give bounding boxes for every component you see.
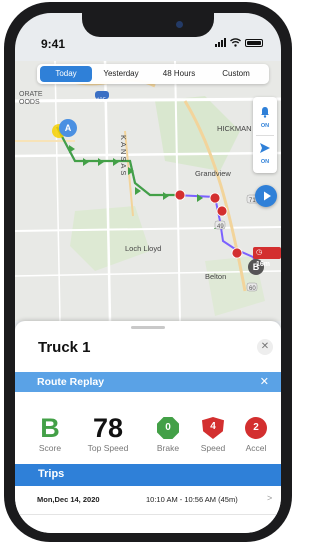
app-screen: 9:41 ORATE OODS KANSAS Grandview HICKMAN…: [15, 13, 281, 533]
bell-icon: [261, 107, 269, 118]
status-time: 9:41: [41, 37, 66, 51]
chevron-right-icon: >: [267, 493, 273, 503]
score-stat: B Score: [35, 413, 65, 453]
tab-today[interactable]: Today: [40, 66, 92, 82]
close-icon: ✕: [260, 341, 270, 352]
tab-48-hours[interactable]: 48 Hours: [150, 66, 208, 82]
alerts-on-label: ON: [260, 123, 270, 129]
score-label: Score: [38, 443, 62, 453]
play-replay-button[interactable]: [255, 185, 277, 207]
vehicle-title: Truck 1: [38, 339, 91, 356]
brake-count-badge: 0: [157, 417, 179, 439]
trips-header: Trips: [15, 464, 281, 486]
alerts-toggle[interactable]: ON: [253, 105, 277, 129]
status-icons: [215, 38, 263, 47]
highway-shield-60: 60: [249, 286, 256, 292]
accel-count-badge: 2: [245, 417, 267, 439]
date-range-tabs: Today Yesterday 48 Hours Custom: [37, 64, 269, 84]
map-label-loch-lloyd: Loch Lloyd: [125, 244, 162, 253]
clock-icon: ◷: [256, 249, 263, 256]
wifi-icon: [230, 38, 241, 47]
cellular-signal-icon: [215, 38, 226, 47]
speed-event-stat[interactable]: 4 Speed: [195, 413, 231, 453]
start-marker[interactable]: A: [59, 119, 77, 137]
map-label-corner: ORATE OODS: [19, 91, 43, 106]
trip-row[interactable]: Mon,Dec 14, 2020 10:10 AM - 10:56 AM (45…: [15, 486, 281, 515]
top-speed-label: Top Speed: [87, 443, 129, 453]
score-value: B: [40, 413, 60, 443]
highway-shield-435: 435: [96, 98, 107, 104]
stop-duration: 16m: [256, 261, 271, 268]
top-speed-stat: 78 Top Speed: [79, 413, 137, 453]
map-view[interactable]: ORATE OODS KANSAS Grandview HICKMAN MI L…: [15, 61, 281, 321]
highway-shield-49: 49: [217, 224, 224, 230]
trip-date: Mon,Dec 14, 2020: [37, 495, 100, 504]
phone-frame: 9:41 ORATE OODS KANSAS Grandview HICKMAN…: [4, 2, 292, 542]
notch: [82, 13, 214, 37]
close-button[interactable]: ✕: [257, 339, 273, 355]
stop-duration-badge[interactable]: ◷ 16m: [253, 247, 281, 268]
map-canvas: [15, 61, 281, 321]
vehicle-detail-sheet: Truck 1 ✕ Route Replay ✕ B Score 78 Top …: [15, 321, 281, 533]
map-label-kansas: KANSAS: [119, 135, 128, 178]
accel-label: Accel: [245, 443, 267, 453]
speed-count-badge: 4: [202, 417, 224, 439]
brake-label: Brake: [156, 443, 180, 453]
directions-on-label: ON: [260, 159, 270, 165]
close-replay-icon[interactable]: ✕: [260, 375, 269, 388]
battery-icon: [245, 39, 263, 47]
map-label-grandview: Grandview: [195, 169, 231, 178]
accel-stat[interactable]: 2 Accel: [239, 413, 273, 453]
navigation-arrow-icon: [260, 143, 270, 153]
play-icon: [264, 191, 271, 201]
tab-custom[interactable]: Custom: [208, 66, 264, 82]
route-replay-bar[interactable]: Route Replay ✕: [15, 372, 281, 392]
map-controls: ON ON: [253, 97, 277, 173]
speed-label: Speed: [200, 443, 226, 453]
directions-toggle[interactable]: ON: [253, 141, 277, 165]
top-speed-value: 78: [92, 413, 124, 443]
trip-time-range: 10:10 AM - 10:56 AM (45m): [146, 495, 238, 504]
brake-stat[interactable]: 0 Brake: [151, 413, 185, 453]
map-label-belton: Belton: [205, 272, 227, 281]
tab-yesterday[interactable]: Yesterday: [92, 66, 150, 82]
sheet-drag-handle[interactable]: [131, 326, 165, 329]
route-replay-label: Route Replay: [37, 376, 105, 388]
trips-label: Trips: [38, 468, 65, 480]
